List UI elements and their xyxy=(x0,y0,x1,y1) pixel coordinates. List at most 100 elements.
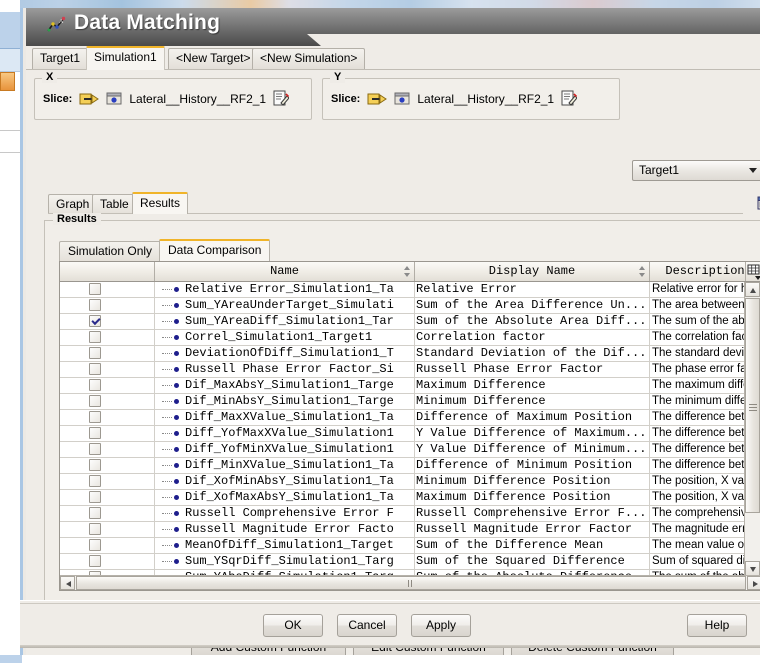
table-row[interactable]: Dif_MinAbsY_Simulation1_Targe Minimum Dif… xyxy=(60,394,760,410)
arrow-box-icon[interactable] xyxy=(79,91,100,107)
scroll-right-button[interactable] xyxy=(747,576,760,590)
hscroll-thumb-grip xyxy=(407,580,415,588)
row-select-cell[interactable] xyxy=(60,330,155,345)
tab-new-simulation[interactable]: <New Simulation> xyxy=(252,48,366,69)
scroll-left-button[interactable] xyxy=(60,576,75,590)
row-checkbox[interactable] xyxy=(89,315,101,327)
row-select-cell[interactable] xyxy=(60,554,155,569)
table-row[interactable]: Diff_MaxXValue_Simulation1_Ta Difference … xyxy=(60,410,760,426)
row-checkbox[interactable] xyxy=(89,395,101,407)
table-row[interactable]: Diff_MinXValue_Simulation1_Ta Difference … xyxy=(60,458,760,474)
tree-connector-icon xyxy=(162,289,172,290)
tab-simulation-only[interactable]: Simulation Only xyxy=(59,241,162,261)
row-select-cell[interactable] xyxy=(60,506,155,521)
row-select-cell[interactable] xyxy=(60,490,155,505)
folder-dot-icon[interactable] xyxy=(394,91,410,106)
table-row[interactable]: Sum_YAreaUnderTarget_Simulati Sum of the … xyxy=(60,298,760,314)
table-row[interactable]: Dif_XofMaxAbsY_Simulation1_Ta Maximum Dif… xyxy=(60,490,760,506)
table-row[interactable]: Diff_YofMaxXValue_Simulation1 Y Value Dif… xyxy=(60,426,760,442)
row-checkbox[interactable] xyxy=(89,283,101,295)
scroll-up-button[interactable] xyxy=(745,282,760,297)
sort-indicator-display-name[interactable] xyxy=(639,266,646,277)
tab-data-comparison[interactable]: Data Comparison xyxy=(159,239,271,261)
cell-display-name: Maximum Difference xyxy=(415,378,650,393)
arrow-box-icon[interactable] xyxy=(367,91,388,107)
row-select-cell[interactable] xyxy=(60,442,155,457)
table-horizontal-scrollbar[interactable] xyxy=(60,575,760,590)
help-button[interactable]: Help xyxy=(687,614,747,637)
row-checkbox[interactable] xyxy=(89,379,101,391)
row-select-cell[interactable] xyxy=(60,410,155,425)
row-select-cell[interactable] xyxy=(60,282,155,297)
row-checkbox[interactable] xyxy=(89,523,101,535)
row-select-cell[interactable] xyxy=(60,314,155,329)
table-row[interactable]: Russell Comprehensive Error F Russell Com… xyxy=(60,506,760,522)
grid-chooser-icon[interactable] xyxy=(745,262,760,281)
bullet-icon xyxy=(174,495,179,500)
row-checkbox[interactable] xyxy=(89,331,101,343)
row-checkbox[interactable] xyxy=(89,427,101,439)
scroll-down-button[interactable] xyxy=(745,561,760,576)
tab-target1[interactable]: Target1 xyxy=(32,48,89,69)
table-row[interactable]: Dif_XofMinAbsY_Simulation1_Ta Minimum Dif… xyxy=(60,474,760,490)
cell-display-name: Correlation factor xyxy=(415,330,650,345)
table-row[interactable]: Diff_YofMinXValue_Simulation1 Y Value Dif… xyxy=(60,442,760,458)
table-row[interactable]: Dif_MaxAbsY_Simulation1_Targe Maximum Dif… xyxy=(60,378,760,394)
table-row[interactable]: Sum_YSqrDiff_Simulation1_Targ Sum of the … xyxy=(60,554,760,570)
row-checkbox[interactable] xyxy=(89,363,101,375)
table-vertical-scrollbar[interactable] xyxy=(744,282,760,576)
tab-table[interactable]: Table xyxy=(92,194,137,214)
table-row[interactable]: Russell Phase Error Factor_Si Russell Pha… xyxy=(60,362,760,378)
column-header-select[interactable] xyxy=(60,262,155,281)
column-header-display-name[interactable]: Display Name xyxy=(415,262,650,281)
ok-button[interactable]: OK xyxy=(263,614,323,637)
tab-simulation1[interactable]: Simulation1 xyxy=(86,46,165,70)
sort-indicator-name[interactable] xyxy=(404,266,411,277)
table-row[interactable]: MeanOfDiff_Simulation1_Target Sum of the … xyxy=(60,538,760,554)
table-row[interactable]: DeviationOfDiff_Simulation1_T Standard De… xyxy=(60,346,760,362)
row-select-cell[interactable] xyxy=(60,474,155,489)
cell-display-name: Standard Deviation of the Dif... xyxy=(415,346,650,361)
edit-note-icon[interactable] xyxy=(561,90,578,107)
vertical-scroll-thumb[interactable] xyxy=(745,298,760,513)
row-checkbox[interactable] xyxy=(89,491,101,503)
row-select-cell[interactable] xyxy=(60,426,155,441)
bullet-icon xyxy=(174,431,179,436)
tab-new-target[interactable]: <New Target> xyxy=(168,48,259,69)
row-checkbox[interactable] xyxy=(89,443,101,455)
edit-note-icon[interactable] xyxy=(273,90,290,107)
row-select-cell[interactable] xyxy=(60,522,155,537)
row-checkbox[interactable] xyxy=(89,411,101,423)
row-checkbox[interactable] xyxy=(89,459,101,471)
table-row[interactable]: Relative Error_Simulation1_Ta Relative Er… xyxy=(60,282,760,298)
row-select-cell[interactable] xyxy=(60,378,155,393)
apply-button[interactable]: Apply xyxy=(411,614,471,637)
table-row[interactable]: Correl_Simulation1_Target1 Correlation fa… xyxy=(60,330,760,346)
row-checkbox[interactable] xyxy=(89,347,101,359)
row-checkbox[interactable] xyxy=(89,475,101,487)
column-header-description[interactable]: Description xyxy=(650,262,760,281)
row-checkbox[interactable] xyxy=(89,507,101,519)
table-body[interactable]: Relative Error_Simulation1_Ta Relative Er… xyxy=(60,282,760,576)
row-select-cell[interactable] xyxy=(60,362,155,377)
row-select-cell[interactable] xyxy=(60,538,155,553)
bullet-icon xyxy=(174,543,179,548)
folder-dot-icon[interactable] xyxy=(106,91,122,106)
rail-divider-1 xyxy=(0,130,20,131)
tab-results[interactable]: Results xyxy=(132,192,189,214)
table-row[interactable]: Russell Magnitude Error Facto Russell Mag… xyxy=(60,522,760,538)
row-select-cell[interactable] xyxy=(60,458,155,473)
row-select-cell[interactable] xyxy=(60,346,155,361)
row-checkbox[interactable] xyxy=(89,299,101,311)
row-select-cell[interactable] xyxy=(60,394,155,409)
table-row[interactable]: Sum_YAreaDiff_Simulation1_Tar Sum of the … xyxy=(60,314,760,330)
row-checkbox[interactable] xyxy=(89,555,101,567)
target-combo[interactable]: Target1 xyxy=(632,160,760,181)
horizontal-scroll-thumb[interactable] xyxy=(76,576,746,590)
chevron-down-icon[interactable] xyxy=(749,168,757,173)
row-select-cell[interactable] xyxy=(60,298,155,313)
cancel-button[interactable]: Cancel xyxy=(337,614,397,637)
tab-graph[interactable]: Graph xyxy=(48,194,98,214)
column-header-name[interactable]: Name xyxy=(155,262,415,281)
row-checkbox[interactable] xyxy=(89,539,101,551)
